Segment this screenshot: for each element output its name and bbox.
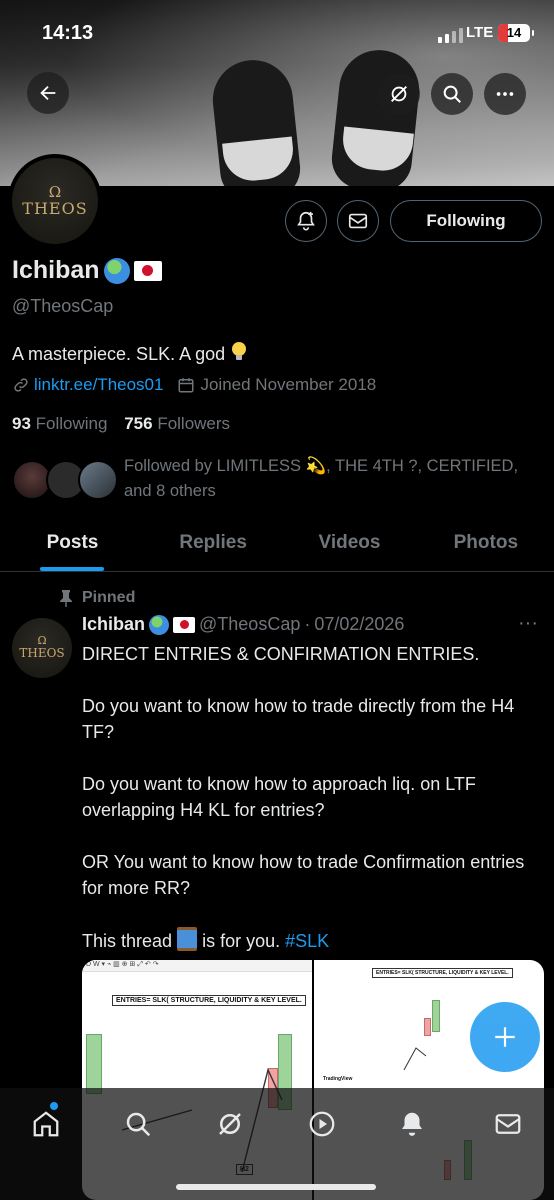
post-author-handle[interactable]: @TheosCap [199, 614, 300, 635]
grok-icon [391, 86, 407, 102]
play-circle-icon [309, 1111, 335, 1137]
nav-messages[interactable] [488, 1104, 528, 1144]
following-button[interactable]: Following [390, 200, 542, 242]
profile-bio: A masterpiece. SLK. A god [12, 341, 248, 365]
bell-plus-icon [297, 211, 315, 231]
home-notification-dot [50, 1102, 58, 1110]
search-button[interactable] [431, 73, 473, 115]
envelope-icon [348, 213, 368, 229]
search-icon [443, 85, 461, 103]
envelope-icon [495, 1114, 521, 1134]
battery-icon: 14 [498, 24, 534, 42]
globe-emoji-icon [103, 257, 130, 284]
back-button[interactable] [27, 72, 69, 114]
plus-icon [495, 1027, 515, 1047]
joined-date: Joined November 2018 [200, 375, 377, 394]
network-label: LTE [466, 24, 494, 41]
home-indicator [176, 1184, 376, 1190]
japan-flag-icon [133, 260, 162, 281]
grok-icon [219, 1113, 241, 1135]
avatar-symbol: Ω [48, 182, 62, 201]
nav-home[interactable] [26, 1104, 66, 1144]
tab-videos[interactable]: Videos [281, 522, 417, 571]
post-paragraph: Do you want to know how to trade directl… [82, 696, 515, 742]
following-count[interactable]: 93 Following [12, 414, 107, 433]
profile-avatar[interactable]: Ω THEOS [8, 154, 102, 248]
follower-avatar [78, 460, 118, 500]
notifications-button[interactable] [285, 200, 327, 242]
japan-flag-icon [173, 616, 196, 633]
post-more-icon[interactable]: ··· [518, 612, 538, 635]
pin-icon [60, 590, 72, 607]
nav-search[interactable] [118, 1104, 158, 1144]
tab-replies[interactable]: Replies [145, 522, 281, 571]
globe-emoji-icon [149, 614, 170, 635]
signal-icon [438, 28, 463, 43]
status-time: 14:13 [42, 22, 94, 44]
post-author-name[interactable]: Ichiban [82, 614, 145, 635]
tab-posts[interactable]: Posts [0, 522, 145, 571]
tab-photos[interactable]: Photos [418, 522, 554, 571]
profile-link[interactable]: linktr.ee/Theos01 [34, 375, 163, 395]
pinned-label: Pinned [58, 589, 135, 607]
profile-meta: linktr.ee/Theos01 Joined November 2018 [12, 375, 376, 395]
avatar-text: THEOS [22, 198, 88, 218]
more-button[interactable] [484, 73, 526, 115]
message-button[interactable] [337, 200, 379, 242]
hashtag-link[interactable]: #SLK [285, 931, 329, 951]
post-last-line: This thread is for you. #SLK [82, 927, 544, 954]
status-bar: 14:13 LTE 14 [0, 20, 554, 50]
followed-by[interactable]: Followed by LIMITLESS 💫, THE 4TH ?, CERT… [12, 454, 542, 504]
profile-tabs: Posts Replies Videos Photos [0, 522, 554, 572]
grok-button[interactable] [378, 73, 420, 115]
profile-handle: @TheosCap [12, 296, 114, 316]
profile-name: Ichiban [12, 256, 162, 285]
bell-icon [402, 1112, 422, 1136]
post-paragraph: DIRECT ENTRIES & CONFIRMATION ENTRIES. [82, 644, 480, 664]
nav-grok[interactable] [210, 1104, 250, 1144]
followed-by-text: Followed by LIMITLESS 💫, THE 4TH ?, CERT… [124, 457, 519, 500]
lightbulb-icon [232, 342, 247, 360]
more-dots-icon [496, 92, 514, 96]
home-icon [33, 1111, 59, 1137]
post-avatar[interactable]: Ω THEOS [12, 618, 72, 678]
followers-count[interactable]: 756 Followers [124, 414, 230, 433]
post-body[interactable]: DIRECT ENTRIES & CONFIRMATION ENTRIES. D… [82, 641, 544, 980]
link-icon [14, 378, 28, 392]
post-paragraph: Do you want to know how to approach liq.… [82, 774, 476, 820]
thread-spool-icon [177, 927, 198, 951]
post-header: Ichiban @TheosCap · 07/02/2026 [82, 614, 405, 635]
compose-button[interactable] [470, 1002, 540, 1072]
nav-notifications[interactable] [392, 1104, 432, 1144]
nav-videos[interactable] [302, 1104, 342, 1144]
arrow-left-icon [40, 85, 56, 101]
follow-counts: 93 Following 756 Followers [12, 414, 230, 434]
post-paragraph: OR You want to know how to trade Confirm… [82, 852, 525, 898]
calendar-icon [178, 378, 194, 393]
search-icon [126, 1112, 151, 1137]
post-date[interactable]: 07/02/2026 [314, 614, 404, 635]
